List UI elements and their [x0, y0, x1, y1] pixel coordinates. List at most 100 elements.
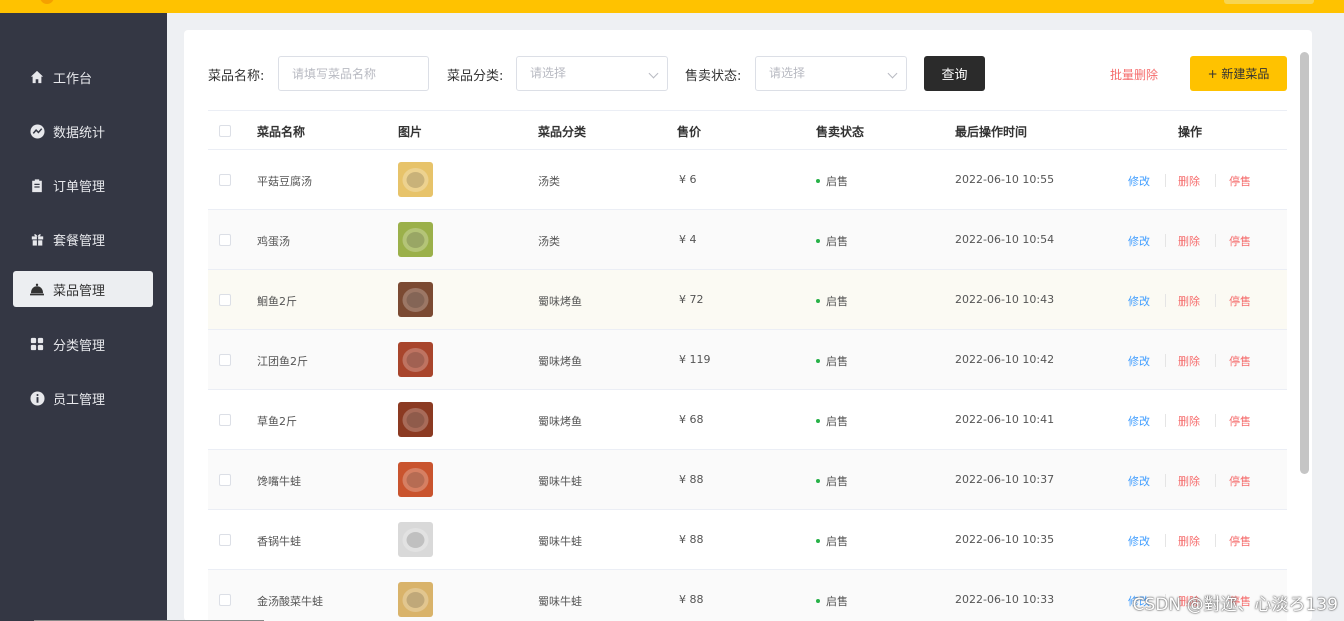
sidebar-item-dishes[interactable]: 菜品管理	[13, 271, 153, 307]
row-checkbox[interactable]	[219, 534, 231, 546]
sidebar-item-categories[interactable]: 分类管理	[13, 326, 153, 362]
edit-link[interactable]: 修改	[1128, 413, 1150, 429]
stop-sale-link[interactable]: 停售	[1229, 413, 1251, 429]
status-select-placeholder: 请选择	[769, 66, 806, 80]
table-row: 江团鱼2斤 蜀味烤鱼 ¥ 119 启售 2022-06-10 10:42 修改 删除 停售	[208, 330, 1287, 390]
header-user-button[interactable]	[1224, 0, 1314, 4]
sidebar-item-label: 工作台	[53, 71, 93, 87]
status-dot-icon	[816, 359, 820, 363]
table-row: 金汤酸菜牛蛙 蜀味牛蛙 ¥ 88 启售 2022-06-10 10:33 修改 删除 停售	[208, 570, 1287, 621]
stop-sale-link[interactable]: 停售	[1229, 473, 1251, 489]
status-select[interactable]: 请选择	[755, 56, 907, 91]
category-label: 菜品分类:	[447, 69, 504, 84]
new-dish-button[interactable]: + 新建菜品	[1190, 56, 1287, 91]
sidebar-item-orders[interactable]: 订单管理	[13, 167, 153, 203]
stop-sale-link[interactable]: 停售	[1229, 533, 1251, 549]
row-checkbox[interactable]	[219, 474, 231, 486]
dish-updated-time: 2022-06-10 10:54	[955, 233, 1055, 246]
chart-icon	[29, 123, 45, 139]
delete-link[interactable]: 删除	[1178, 473, 1200, 489]
divider	[1215, 414, 1216, 427]
dish-status: 启售	[816, 413, 848, 429]
dish-price: ¥ 88	[679, 473, 704, 486]
status-text: 启售	[826, 355, 848, 368]
filter-bar: 菜品名称: 菜品分类: 请选择 售卖状态: 请选择 查询 批量删除 + 新建菜品	[208, 56, 1288, 92]
sidebar: 工作台 数据统计 订单管理 套餐管理 菜品管理 分类管理 员工管理	[0, 13, 167, 621]
delete-link[interactable]: 删除	[1178, 353, 1200, 369]
sidebar-item-label: 数据统计	[53, 125, 106, 141]
dish-image	[398, 222, 433, 257]
divider	[1215, 534, 1216, 547]
query-button[interactable]: 查询	[924, 56, 985, 91]
row-checkbox[interactable]	[219, 174, 231, 186]
divider	[1165, 294, 1166, 307]
sidebar-item-statistics[interactable]: 数据统计	[13, 113, 153, 149]
stop-sale-link[interactable]: 停售	[1229, 173, 1251, 189]
dish-price: ¥ 88	[679, 593, 704, 606]
dish-updated-time: 2022-06-10 10:42	[955, 353, 1055, 366]
edit-link[interactable]: 修改	[1128, 473, 1150, 489]
divider	[1215, 354, 1216, 367]
edit-link[interactable]: 修改	[1128, 233, 1150, 249]
dish-category: 蜀味烤鱼	[538, 295, 582, 308]
status-dot-icon	[816, 299, 820, 303]
delete-link[interactable]: 删除	[1178, 233, 1200, 249]
batch-delete-button[interactable]: 批量删除	[1110, 66, 1158, 83]
row-checkbox[interactable]	[219, 294, 231, 306]
dish-category: 汤类	[538, 175, 560, 188]
status-dot-icon	[816, 239, 820, 243]
divider	[1165, 354, 1166, 367]
stop-sale-link[interactable]: 停售	[1229, 233, 1251, 249]
dish-image	[398, 582, 433, 617]
dish-status: 启售	[816, 473, 848, 489]
dish-image	[398, 342, 433, 377]
dish-name: 草鱼2斤	[257, 415, 297, 428]
divider	[1165, 474, 1166, 487]
header-name: 菜品名称	[257, 125, 306, 139]
watermark: CSDN @對迩、心淡ろ139	[1132, 595, 1338, 615]
divider	[1165, 234, 1166, 247]
vertical-scrollbar[interactable]	[1300, 52, 1309, 474]
edit-link[interactable]: 修改	[1128, 293, 1150, 309]
header-updated: 最后操作时间	[955, 125, 1028, 139]
divider	[1165, 534, 1166, 547]
header-price: 售价	[677, 125, 702, 139]
sidebar-item-label: 订单管理	[53, 179, 106, 195]
row-checkbox[interactable]	[219, 414, 231, 426]
chevron-down-icon	[648, 68, 659, 79]
dish-name: 鮰鱼2斤	[257, 295, 297, 308]
category-select[interactable]: 请选择	[516, 56, 668, 91]
row-checkbox[interactable]	[219, 354, 231, 366]
sidebar-item-combos[interactable]: 套餐管理	[13, 221, 153, 257]
status-dot-icon	[816, 179, 820, 183]
delete-link[interactable]: 删除	[1178, 413, 1200, 429]
table-row: 草鱼2斤 蜀味烤鱼 ¥ 68 启售 2022-06-10 10:41 修改 删除 停售	[208, 390, 1287, 450]
edit-link[interactable]: 修改	[1128, 353, 1150, 369]
dish-name-input[interactable]	[278, 56, 429, 91]
table-row: 馋嘴牛蛙 蜀味牛蛙 ¥ 88 启售 2022-06-10 10:37 修改 删除 停售	[208, 450, 1287, 510]
dish-image	[398, 402, 433, 437]
row-checkbox[interactable]	[219, 594, 231, 606]
delete-link[interactable]: 删除	[1178, 293, 1200, 309]
dish-updated-time: 2022-06-10 10:55	[955, 173, 1055, 186]
row-checkbox[interactable]	[219, 234, 231, 246]
sidebar-item-workbench[interactable]: 工作台	[13, 59, 153, 95]
header-category: 菜品分类	[538, 125, 587, 139]
status-label: 售卖状态:	[685, 69, 742, 84]
stop-sale-link[interactable]: 停售	[1229, 293, 1251, 309]
dish-name: 江团鱼2斤	[257, 355, 308, 368]
select-all-checkbox[interactable]	[219, 125, 231, 137]
edit-link[interactable]: 修改	[1128, 173, 1150, 189]
header-actions: 操作	[1178, 125, 1203, 139]
delete-link[interactable]: 删除	[1178, 173, 1200, 189]
status-text: 启售	[826, 535, 848, 548]
delete-link[interactable]: 删除	[1178, 533, 1200, 549]
dish-cover-icon	[29, 281, 45, 297]
table-row: 鸡蛋汤 汤类 ¥ 4 启售 2022-06-10 10:54 修改 删除 停售	[208, 210, 1287, 270]
stop-sale-link[interactable]: 停售	[1229, 353, 1251, 369]
dish-status: 启售	[816, 593, 848, 609]
dish-status: 启售	[816, 533, 848, 549]
edit-link[interactable]: 修改	[1128, 533, 1150, 549]
sidebar-item-employees[interactable]: 员工管理	[13, 380, 153, 416]
divider	[1215, 234, 1216, 247]
